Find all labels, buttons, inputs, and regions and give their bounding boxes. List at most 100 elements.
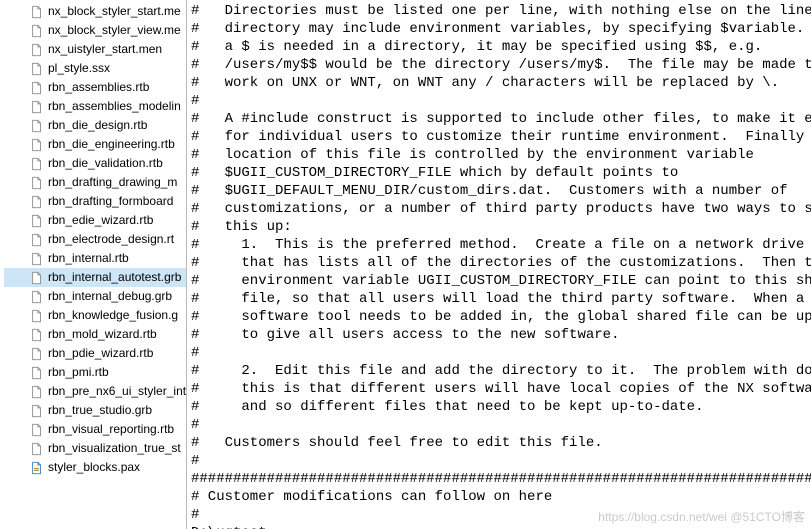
tree-indent	[14, 43, 28, 57]
file-icon	[30, 62, 44, 76]
file-icon	[30, 385, 44, 399]
file-icon	[30, 423, 44, 437]
tree-indent	[14, 233, 28, 247]
tree-item-label: nx_uistyler_start.men	[48, 40, 162, 59]
file-icon	[30, 5, 44, 19]
tree-indent	[14, 385, 28, 399]
tree-indent	[14, 328, 28, 342]
tree-item-label: rbn_visual_reporting.rtb	[48, 420, 174, 439]
tree-item-label: styler_blocks.pax	[48, 458, 140, 477]
tree-indent	[14, 290, 28, 304]
tree-item-label: rbn_visualization_true_st	[48, 439, 181, 458]
tree-item[interactable]: nx_block_styler_view.me	[4, 21, 186, 40]
tree-indent	[14, 214, 28, 228]
tree-item[interactable]: rbn_drafting_formboard	[4, 192, 186, 211]
tree-item[interactable]: rbn_pdie_wizard.rtb	[4, 344, 186, 363]
tree-item[interactable]: nx_uistyler_start.men	[4, 40, 186, 59]
tree-item-label: rbn_internal.rtb	[48, 249, 129, 268]
tree-item-label: rbn_drafting_drawing_m	[48, 173, 177, 192]
tree-item[interactable]: pl_style.ssx	[4, 59, 186, 78]
tree-indent	[14, 81, 28, 95]
tree-item[interactable]: rbn_edie_wizard.rtb	[4, 211, 186, 230]
file-icon	[30, 81, 44, 95]
tree-item-label: rbn_die_design.rtb	[48, 116, 147, 135]
tree-item[interactable]: rbn_assemblies_modelin	[4, 97, 186, 116]
tree-item[interactable]: rbn_internal_autotest.grb	[4, 268, 186, 287]
tree-item-label: rbn_mold_wizard.rtb	[48, 325, 157, 344]
file-icon	[30, 119, 44, 133]
tree-item[interactable]: rbn_pmi.rtb	[4, 363, 186, 382]
tree-item-label: rbn_pre_nx6_ui_styler_int	[48, 382, 186, 401]
file-color-icon	[30, 461, 44, 475]
file-icon	[30, 100, 44, 114]
file-icon	[30, 176, 44, 190]
tree-item[interactable]: rbn_die_validation.rtb	[4, 154, 186, 173]
tree-item[interactable]: rbn_die_engineering.rtb	[4, 135, 186, 154]
tree-indent	[14, 309, 28, 323]
tree-item-label: rbn_internal_autotest.grb	[48, 268, 181, 287]
file-icon	[30, 214, 44, 228]
tree-item-label: rbn_edie_wizard.rtb	[48, 211, 153, 230]
file-icon	[30, 233, 44, 247]
tree-item[interactable]: rbn_pre_nx6_ui_styler_int	[4, 382, 186, 401]
tree-item-label: rbn_pdie_wizard.rtb	[48, 344, 153, 363]
tree-item[interactable]: rbn_visual_reporting.rtb	[4, 420, 186, 439]
tree-item[interactable]: rbn_assemblies.rtb	[4, 78, 186, 97]
tree-item-label: pl_style.ssx	[48, 59, 110, 78]
tree-item[interactable]: rbn_internal_debug.grb	[4, 287, 186, 306]
tree-indent	[14, 366, 28, 380]
tree-item[interactable]: styler_blocks.pax	[4, 458, 186, 477]
tree-indent	[14, 176, 28, 190]
tree-item[interactable]: rbn_electrode_design.rt	[4, 230, 186, 249]
file-icon	[30, 347, 44, 361]
tree-indent	[14, 62, 28, 76]
file-icon	[30, 442, 44, 456]
tree-item[interactable]: nx_block_styler_start.me	[4, 2, 186, 21]
tree-item-label: rbn_pmi.rtb	[48, 363, 109, 382]
file-icon	[30, 43, 44, 57]
tree-item-label: rbn_electrode_design.rt	[48, 230, 174, 249]
tree-item-label: rbn_knowledge_fusion.g	[48, 306, 178, 325]
file-icon	[30, 157, 44, 171]
tree-indent	[14, 461, 28, 475]
tree-indent	[14, 195, 28, 209]
text-editor-pane[interactable]: # Directories must be listed one per lin…	[187, 0, 811, 529]
tree-indent	[14, 404, 28, 418]
tree-indent	[14, 157, 28, 171]
tree-indent	[14, 24, 28, 38]
tree-item-label: rbn_drafting_formboard	[48, 192, 173, 211]
tree-item-label: rbn_true_studio.grb	[48, 401, 152, 420]
tree-indent	[14, 271, 28, 285]
file-icon	[30, 271, 44, 285]
editor-content[interactable]: # Directories must be listed one per lin…	[191, 2, 811, 529]
file-tree-panel[interactable]: nx_block_styler_start.menx_block_styler_…	[0, 0, 187, 529]
tree-item-label: nx_block_styler_view.me	[48, 21, 181, 40]
tree-indent	[14, 138, 28, 152]
tree-indent	[14, 252, 28, 266]
tree-item[interactable]: rbn_mold_wizard.rtb	[4, 325, 186, 344]
tree-item-label: nx_block_styler_start.me	[48, 2, 181, 21]
tree-item[interactable]: rbn_drafting_drawing_m	[4, 173, 186, 192]
tree-item-label: rbn_assemblies.rtb	[48, 78, 149, 97]
file-icon	[30, 195, 44, 209]
tree-item[interactable]: rbn_internal.rtb	[4, 249, 186, 268]
file-icon	[30, 366, 44, 380]
tree-item-label: rbn_assemblies_modelin	[48, 97, 181, 116]
tree-item-label: rbn_die_engineering.rtb	[48, 135, 175, 154]
tree-item[interactable]: rbn_die_design.rtb	[4, 116, 186, 135]
file-icon	[30, 309, 44, 323]
file-icon	[30, 404, 44, 418]
tree-item[interactable]: rbn_knowledge_fusion.g	[4, 306, 186, 325]
tree-indent	[14, 119, 28, 133]
tree-indent	[14, 347, 28, 361]
tree-item-label: rbn_internal_debug.grb	[48, 287, 172, 306]
file-icon	[30, 138, 44, 152]
file-icon	[30, 252, 44, 266]
tree-indent	[14, 5, 28, 19]
tree-item[interactable]: rbn_visualization_true_st	[4, 439, 186, 458]
tree-item-label: rbn_die_validation.rtb	[48, 154, 163, 173]
app-window: nx_block_styler_start.menx_block_styler_…	[0, 0, 811, 529]
tree-indent	[14, 423, 28, 437]
tree-indent	[14, 442, 28, 456]
tree-item[interactable]: rbn_true_studio.grb	[4, 401, 186, 420]
